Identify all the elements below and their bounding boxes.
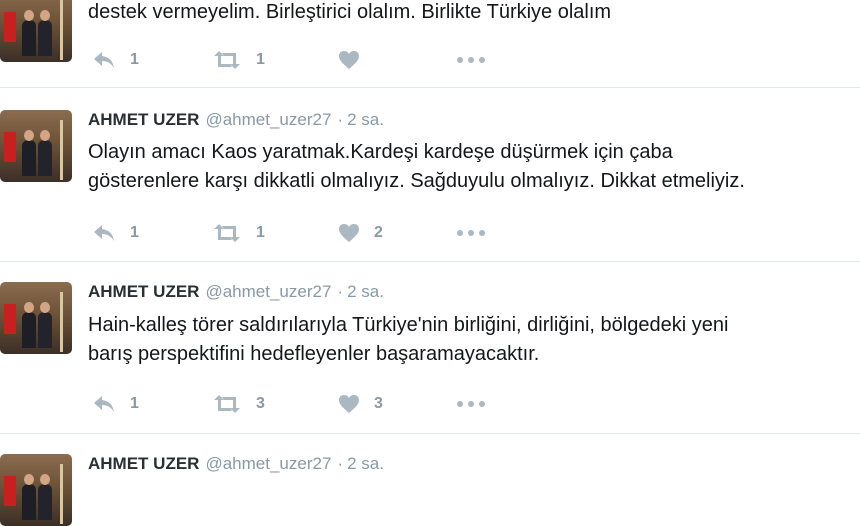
tweet-text-line: barış perspektifini hedefleyenler başara… [88,343,540,365]
separator-dot: · [337,110,344,129]
user-handle[interactable]: @ahmet_uzer27 [205,110,331,129]
avatar[interactable] [0,110,72,182]
user-handle[interactable]: @ahmet_uzer27 [205,282,331,301]
like-button[interactable] [338,48,374,72]
avatar[interactable] [0,282,72,354]
tweet-text: Hain-kalleş törer saldırılarıyla Türkiye… [88,311,728,369]
tweet[interactable]: destek vermeyelim. Birleştirici olalım. … [0,0,860,88]
reply-button[interactable]: 1 [92,392,139,416]
avatar[interactable] [0,454,72,526]
user-name[interactable]: AHMET UZER [88,110,199,129]
tweet-text-line: gösterenlere karşı dikkatli olmalıyız. S… [88,170,745,192]
tweet-header: AHMET UZER @ahmet_uzer27 · 2 sa. [88,454,384,474]
like-count: 2 [374,224,383,241]
tweet-actions: 1 3 3 [88,392,508,416]
tweet[interactable]: AHMET UZER @ahmet_uzer27 · 2 sa. Olayın ama… [0,88,860,262]
tweet-time[interactable]: 2 sa. [347,110,384,129]
more-button[interactable] [456,392,486,416]
retweet-button[interactable]: 1 [212,48,265,72]
reply-button[interactable]: 1 [92,48,139,72]
retweet-count: 3 [256,395,265,412]
reply-button[interactable]: 1 [92,221,139,245]
user-handle[interactable]: @ahmet_uzer27 [205,454,331,473]
heart-icon [338,394,360,414]
tweet-header: AHMET UZER @ahmet_uzer27 · 2 sa. [88,110,384,130]
retweet-button[interactable]: 3 [212,392,265,416]
tweet-text: destek vermeyelim. Birleştirici olalım. … [88,0,611,27]
more-dots-icon [456,56,486,64]
reply-count: 1 [130,224,139,241]
heart-icon [338,223,360,243]
retweet-icon [212,50,242,70]
retweet-count: 1 [256,224,265,241]
user-name[interactable]: AHMET UZER [88,454,199,473]
tweet-text-line: Hain-kalleş törer saldırılarıyla Türkiye… [88,314,729,336]
retweet-count: 1 [256,51,265,68]
reply-icon [92,394,116,414]
reply-count: 1 [130,51,139,68]
retweet-button[interactable]: 1 [212,221,265,245]
more-button[interactable] [456,221,486,245]
tweet-actions: 1 1 [88,48,508,72]
reply-icon [92,50,116,70]
tweet[interactable]: AHMET UZER @ahmet_uzer27 · 2 sa. [0,434,860,526]
tweet-time[interactable]: 2 sa. [347,282,384,301]
more-dots-icon [456,400,486,408]
separator-dot: · [337,454,344,473]
tweet-text-line: destek vermeyelim. Birleştirici olalım. … [88,1,612,23]
heart-icon [338,50,360,70]
tweet-time[interactable]: 2 sa. [347,454,384,473]
more-button[interactable] [456,48,486,72]
tweet-text: Olayın amacı Kaos yaratmak.Kardeşi karde… [88,138,745,196]
like-button[interactable]: 2 [338,221,383,245]
tweet-header: AHMET UZER @ahmet_uzer27 · 2 sa. [88,282,384,302]
tweet[interactable]: AHMET UZER @ahmet_uzer27 · 2 sa. Hain-kalle… [0,262,860,434]
avatar[interactable] [0,0,72,62]
tweet-text-line: Olayın amacı Kaos yaratmak.Kardeşi karde… [88,141,673,163]
tweet-actions: 1 1 2 [88,221,508,245]
reply-icon [92,223,116,243]
user-name[interactable]: AHMET UZER [88,282,199,301]
reply-count: 1 [130,395,139,412]
more-dots-icon [456,229,486,237]
retweet-icon [212,223,242,243]
like-button[interactable]: 3 [338,392,383,416]
separator-dot: · [337,282,344,301]
like-count: 3 [374,395,383,412]
retweet-icon [212,394,242,414]
